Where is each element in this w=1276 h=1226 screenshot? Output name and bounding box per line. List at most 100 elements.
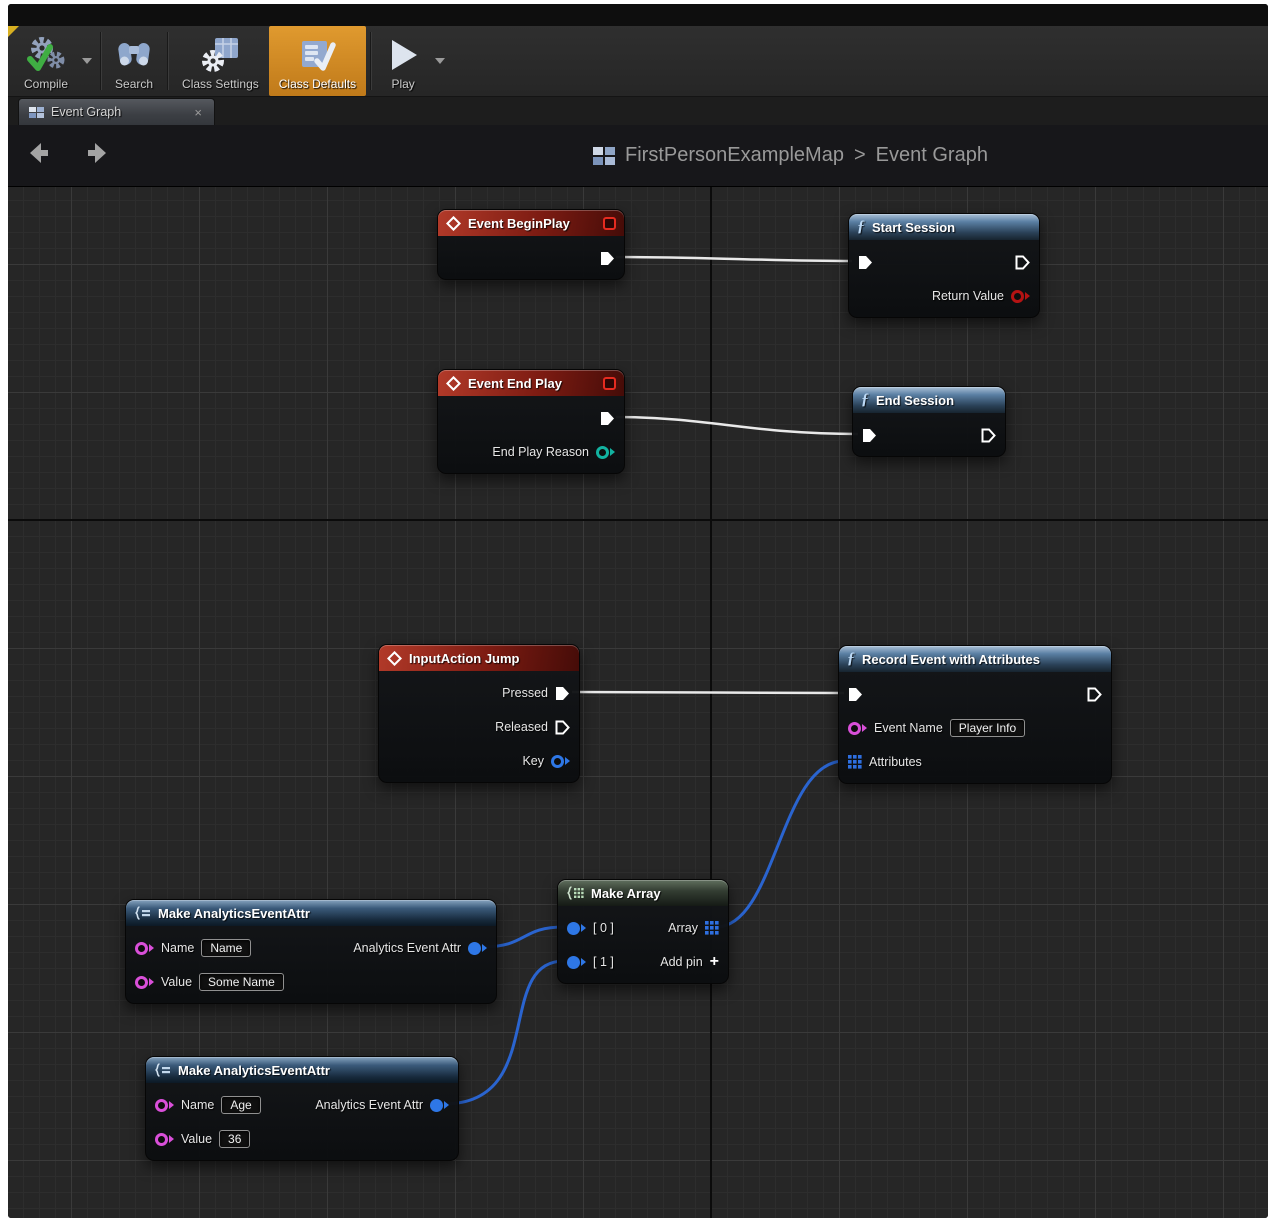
exec-out-pin[interactable]: [600, 411, 615, 426]
key-pin[interactable]: [551, 755, 570, 768]
node-header[interactable]: ƒ Record Event with Attributes: [839, 646, 1111, 672]
play-dropdown-caret[interactable]: [435, 58, 445, 64]
analytics-event-attr-output-label: Analytics Event Attr: [315, 1098, 423, 1112]
value-pin[interactable]: [155, 1133, 174, 1146]
screenshot-frame: Compile Search: [0, 0, 1276, 1226]
value-label: Value: [161, 975, 192, 989]
compile-button[interactable]: Compile: [14, 26, 78, 96]
toolbar-separator: [167, 32, 168, 90]
search-button[interactable]: Search: [105, 26, 163, 96]
node-title: InputAction Jump: [409, 651, 520, 666]
analytics-event-attr-output-pin[interactable]: [468, 942, 487, 955]
event-graph-canvas[interactable]: Event BeginPlay ƒ Start Session: [8, 187, 1268, 1218]
array-element-0-pin[interactable]: [567, 922, 586, 935]
class-settings-button[interactable]: Class Settings: [172, 26, 269, 96]
graph-nav-bar: FirstPersonExampleMap > Event Graph: [8, 125, 1268, 187]
node-event-beginplay[interactable]: Event BeginPlay: [437, 209, 625, 280]
event-name-pin[interactable]: [848, 722, 867, 735]
delegate-pin[interactable]: [603, 217, 616, 230]
nav-back-button[interactable]: [30, 143, 54, 168]
released-label: Released: [495, 720, 548, 734]
node-header[interactable]: Make Array: [558, 880, 728, 906]
pressed-label: Pressed: [502, 686, 548, 700]
name-pin[interactable]: [135, 942, 154, 955]
blueprint-editor-window: Compile Search: [8, 4, 1268, 1218]
end-play-reason-label: End Play Reason: [492, 445, 589, 459]
name-input[interactable]: Age: [221, 1096, 260, 1114]
name-pin[interactable]: [155, 1099, 174, 1112]
wire-pressed-to-recordevent[interactable]: [572, 692, 844, 693]
wire-beginplay-to-startsession[interactable]: [616, 257, 852, 261]
blueprint-icon: [593, 147, 615, 165]
array-element-0-label: [ 0 ]: [593, 921, 614, 935]
tab-event-graph[interactable]: Event Graph ×: [18, 98, 215, 125]
end-play-reason-pin[interactable]: [596, 446, 615, 459]
breadcrumb-graph-name[interactable]: Event Graph: [876, 144, 988, 167]
wire-array-to-attributes[interactable]: [716, 761, 844, 927]
class-settings-icon: [200, 35, 240, 75]
wire-endplay-to-endsession[interactable]: [616, 417, 858, 434]
array-output-label: Array: [668, 921, 698, 935]
return-value-pin[interactable]: [1011, 290, 1030, 303]
play-button[interactable]: Play: [375, 26, 431, 96]
name-label: Name: [161, 941, 194, 955]
tutorial-corner-marker: [8, 26, 19, 37]
node-title: Make AnalyticsEventAttr: [178, 1063, 330, 1078]
compile-dropdown-caret[interactable]: [82, 58, 92, 64]
attributes-array-pin[interactable]: [848, 755, 862, 769]
node-header[interactable]: Make AnalyticsEventAttr: [126, 900, 496, 926]
grid-origin-horizontal: [8, 519, 1268, 521]
make-array-icon: [566, 886, 584, 900]
nav-forward-button[interactable]: [82, 143, 106, 168]
node-title: Make AnalyticsEventAttr: [158, 906, 310, 921]
compile-icon: [25, 35, 67, 75]
node-make-analyticseventattr-age[interactable]: Make AnalyticsEventAttr Name Age Analyti…: [145, 1056, 459, 1161]
pressed-exec-pin[interactable]: [555, 686, 570, 701]
node-header[interactable]: ƒ End Session: [853, 387, 1005, 413]
exec-out-pin[interactable]: [600, 251, 615, 266]
exec-out-pin[interactable]: [1015, 255, 1030, 270]
make-struct-icon: [134, 906, 151, 920]
exec-out-pin[interactable]: [1087, 687, 1102, 702]
key-label: Key: [522, 754, 544, 768]
value-input[interactable]: Some Name: [199, 973, 284, 991]
node-header[interactable]: Event BeginPlay: [438, 210, 624, 236]
node-header[interactable]: Event End Play: [438, 370, 624, 396]
node-header[interactable]: InputAction Jump: [379, 645, 579, 671]
node-event-endplay[interactable]: Event End Play End Play Reason: [437, 369, 625, 474]
released-exec-pin[interactable]: [555, 720, 570, 735]
array-element-1-pin[interactable]: [567, 956, 586, 969]
value-label: Value: [181, 1132, 212, 1146]
node-make-array[interactable]: Make Array [ 0 ] Array: [557, 879, 729, 984]
node-header[interactable]: Make AnalyticsEventAttr: [146, 1057, 458, 1083]
node-start-session[interactable]: ƒ Start Session Return Value: [848, 213, 1040, 318]
compile-label: Compile: [24, 77, 68, 91]
node-end-session[interactable]: ƒ End Session: [852, 386, 1006, 457]
class-defaults-button[interactable]: Class Defaults: [269, 26, 366, 96]
name-input[interactable]: Name: [201, 939, 251, 957]
exec-in-pin[interactable]: [862, 428, 877, 443]
analytics-event-attr-output-pin[interactable]: [430, 1099, 449, 1112]
exec-out-pin[interactable]: [981, 428, 996, 443]
function-icon: ƒ: [847, 651, 855, 667]
event-name-label: Event Name: [874, 721, 943, 735]
function-icon: ƒ: [861, 392, 869, 408]
array-output-pin[interactable]: [705, 921, 719, 935]
node-inputaction-jump[interactable]: InputAction Jump Pressed Released Key: [378, 644, 580, 783]
node-header[interactable]: ƒ Start Session: [849, 214, 1039, 240]
value-pin[interactable]: [135, 976, 154, 989]
value-input[interactable]: 36: [219, 1130, 250, 1148]
node-make-analyticseventattr-name[interactable]: Make AnalyticsEventAttr Name Name Analyt…: [125, 899, 497, 1004]
breadcrumb: FirstPersonExampleMap > Event Graph: [593, 144, 988, 167]
tab-close-icon[interactable]: ×: [192, 106, 204, 119]
delegate-pin[interactable]: [603, 377, 616, 390]
breadcrumb-map-name[interactable]: FirstPersonExampleMap: [625, 144, 844, 167]
add-pin-label: Add pin: [660, 955, 702, 969]
exec-in-pin[interactable]: [858, 255, 873, 270]
exec-in-pin[interactable]: [848, 687, 863, 702]
event-name-input[interactable]: Player Info: [950, 719, 1025, 737]
node-title: Make Array: [591, 886, 661, 901]
search-icon: [115, 35, 153, 75]
add-pin-plus-icon[interactable]: +: [710, 954, 719, 970]
node-record-event-with-attributes[interactable]: ƒ Record Event with Attributes Event Nam…: [838, 645, 1112, 784]
